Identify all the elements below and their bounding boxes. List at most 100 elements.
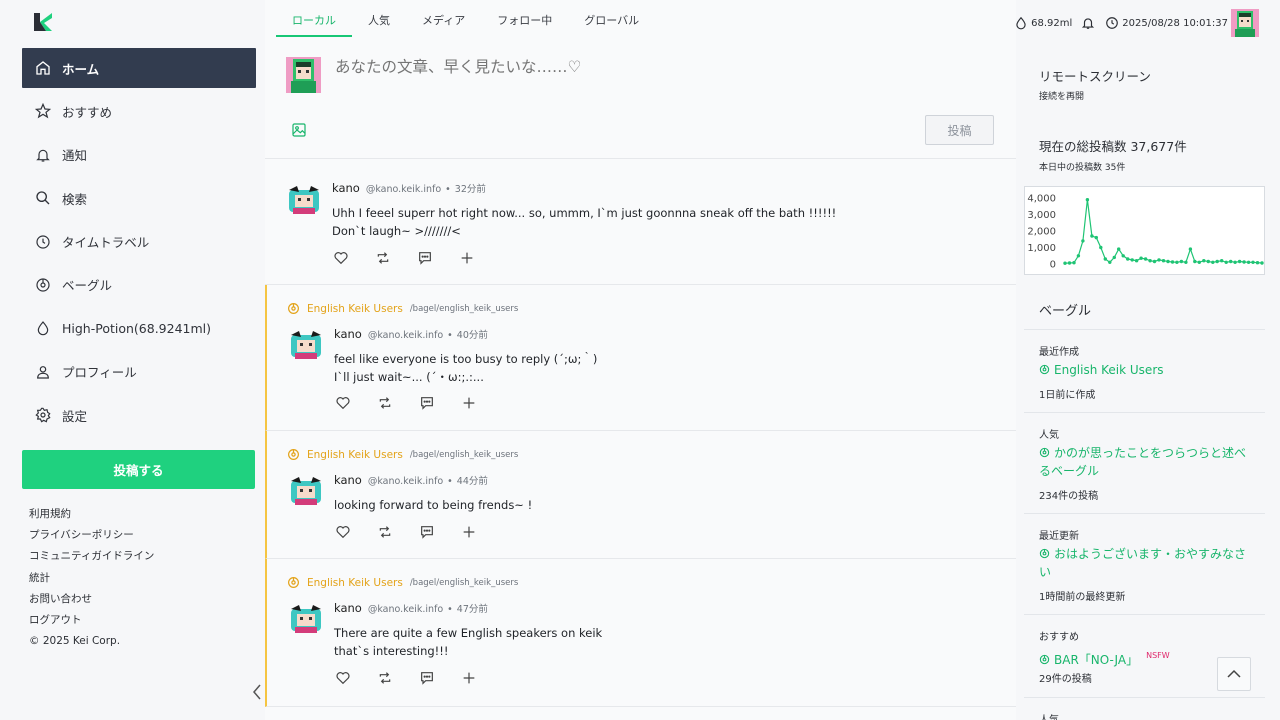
post-bagel: English Keik Users /bagel/english_keik_u… [287, 576, 518, 589]
chart-tick-label: 3,000 [1027, 210, 1056, 221]
tab-local[interactable]: ローカル [276, 0, 352, 37]
footer-links: 利用規約 プライバシーポリシー コミュニティガイドライン 統計 お問い合わせ ロ… [29, 507, 154, 655]
bagel-card-label: おすすめ [1039, 632, 1079, 643]
nav-label: ベーグル [62, 278, 113, 294]
reply-icon[interactable] [419, 524, 435, 540]
post-time[interactable]: 40分前 [457, 327, 488, 341]
plus-icon[interactable] [461, 670, 477, 686]
tab-popular[interactable]: 人気 [352, 0, 406, 37]
contact-link[interactable]: お問い合わせ [29, 592, 154, 613]
plus-icon[interactable] [461, 524, 477, 540]
chart-point [1157, 258, 1161, 262]
post-handle[interactable]: @kano.keik.info [366, 184, 441, 195]
logout-link[interactable]: ログアウト [29, 613, 154, 634]
avatar[interactable] [287, 184, 321, 218]
terms-link[interactable]: 利用規約 [29, 507, 154, 528]
nav-item-home[interactable]: ホーム [22, 48, 256, 88]
post-body: looking forward to being frends~ ! [334, 498, 533, 512]
bagel-card-link[interactable]: おはようございます・おやすみなさい [1039, 546, 1251, 581]
privacy-link[interactable]: プライバシーポリシー [29, 528, 154, 549]
composer-input[interactable] [335, 58, 895, 76]
tab-global[interactable]: グローバル [568, 0, 655, 37]
bagel-card-label: 最近更新 [1039, 531, 1079, 542]
plus-icon[interactable] [461, 395, 477, 411]
post-handle[interactable]: @kano.keik.info [368, 604, 443, 615]
avatar[interactable] [289, 329, 323, 363]
stats-link[interactable]: 統計 [29, 571, 154, 592]
repost-icon[interactable] [377, 670, 393, 686]
post-handle[interactable]: @kano.keik.info [368, 476, 443, 487]
chart-point [1229, 259, 1233, 264]
avatar[interactable] [289, 475, 323, 509]
bagel-card-label: 人気 [1039, 711, 1059, 720]
bagel-card-link[interactable]: English Keik Users [1039, 362, 1251, 380]
post-username[interactable]: kano [334, 601, 362, 615]
chart-point [1237, 259, 1242, 264]
heart-icon[interactable] [335, 524, 351, 540]
clock-icon [1105, 16, 1119, 30]
post-username[interactable]: kano [334, 473, 362, 487]
reply-icon[interactable] [419, 395, 435, 411]
post-actions [333, 250, 501, 266]
separator-dot: • [447, 476, 453, 487]
repost-icon[interactable] [375, 250, 391, 266]
bagel-icon [287, 576, 300, 589]
timeline-tabs: ローカル 人気 メディア フォロー中 グローバル [276, 0, 655, 37]
heart-icon[interactable] [335, 670, 351, 686]
bagel-link[interactable]: English Keik Users [307, 577, 403, 589]
chart-point [1255, 261, 1260, 265]
chart-point [1211, 260, 1215, 264]
post-header: kano @kano.keik.info • 47分前 [334, 601, 488, 615]
nav-item-settings[interactable]: 設定 [22, 395, 256, 435]
avatar[interactable] [289, 603, 323, 637]
reconnect-link[interactable]: 接続を再開 [1039, 89, 1084, 102]
nav-item-profile[interactable]: プロフィール [22, 352, 256, 392]
scroll-to-top-button[interactable] [1217, 657, 1251, 691]
nav-item-search[interactable]: 検索 [22, 178, 256, 218]
community-guidelines-link[interactable]: コミュニティガイドライン [29, 549, 154, 570]
collapse-sidebar-button[interactable] [250, 684, 264, 700]
bagel-link[interactable]: English Keik Users [307, 303, 403, 315]
repost-icon[interactable] [377, 395, 393, 411]
bagel-card-stat: 1時間前の最終更新 [1039, 592, 1126, 603]
reply-icon[interactable] [417, 250, 433, 266]
chart-point [1081, 239, 1085, 243]
chart-point [1094, 235, 1098, 240]
tab-media[interactable]: メディア [406, 0, 481, 37]
post-username[interactable]: kano [334, 327, 362, 341]
nav-item-bagel[interactable]: ベーグル [22, 265, 256, 305]
post-time[interactable]: 44分前 [457, 473, 488, 487]
post-button[interactable]: 投稿する [22, 450, 255, 489]
bagel-card-link[interactable]: かのが思ったことをつらつらと述べるベーグル [1039, 445, 1251, 480]
repost-icon[interactable] [377, 524, 393, 540]
heart-icon[interactable] [335, 395, 351, 411]
bagel-link[interactable]: English Keik Users [307, 449, 403, 461]
user-avatar[interactable] [1231, 9, 1259, 37]
post-header: kano @kano.keik.info • 44分前 [334, 473, 488, 487]
keik-logo-icon[interactable] [32, 11, 54, 33]
tab-following[interactable]: フォロー中 [481, 0, 568, 37]
post-username[interactable]: kano [332, 181, 360, 195]
post-handle[interactable]: @kano.keik.info [368, 330, 443, 341]
avatar[interactable] [286, 57, 321, 93]
nav-item-time-travel[interactable]: タイムトラベル [22, 222, 256, 262]
nav-item-high-potion[interactable]: High-Potion(68.9241ml) [22, 308, 256, 348]
post-body: Uhh I feeel superr hot right now... so, … [332, 206, 837, 238]
nav-item-recommended[interactable]: おすすめ [22, 91, 256, 131]
post-time[interactable]: 32分前 [455, 181, 486, 195]
chart-point [1134, 259, 1139, 263]
chart-point [1202, 259, 1206, 263]
bagel-path: /bagel/english_keik_users [409, 449, 519, 460]
drop-icon [34, 319, 52, 337]
chart-point [1170, 260, 1175, 264]
image-icon[interactable] [291, 122, 307, 138]
star-icon [34, 102, 52, 120]
remote-screen-title: リモートスクリーン [1039, 69, 1151, 84]
plus-icon[interactable] [459, 250, 475, 266]
heart-icon[interactable] [333, 250, 349, 266]
reply-icon[interactable] [419, 670, 435, 686]
post-time[interactable]: 47分前 [457, 601, 488, 615]
submit-post-button[interactable]: 投稿 [925, 115, 994, 145]
bell-icon[interactable] [1081, 16, 1095, 30]
nav-item-notifications[interactable]: 通知 [22, 135, 256, 175]
